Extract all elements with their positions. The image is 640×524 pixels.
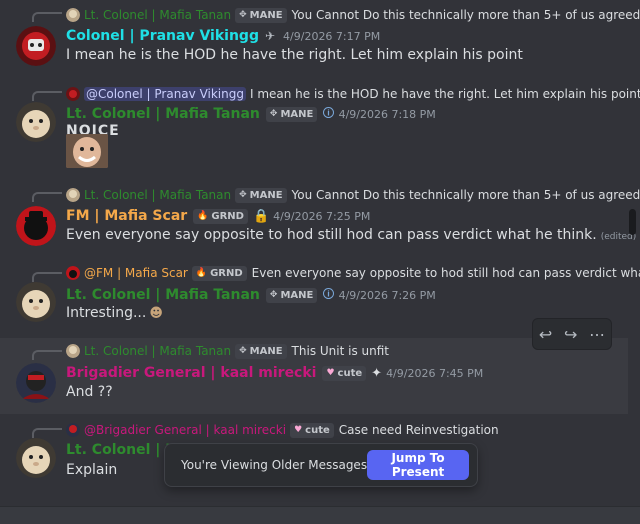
message: Lt. Colonel | Mafia Tanan ✥ MANE You Cann… xyxy=(0,0,640,80)
reply-spine xyxy=(32,192,62,202)
reply-text: Even everyone say opposite to hod still … xyxy=(251,266,640,280)
role-tag: ♥ cute xyxy=(290,422,334,438)
reply-preview[interactable]: Lt. Colonel | Mafia Tanan ✥ MANE This Uni… xyxy=(66,342,389,360)
forward-icon[interactable]: ↪ xyxy=(564,325,577,344)
reply-spine xyxy=(32,272,62,282)
role-tag: 🔥 GRND xyxy=(191,265,247,281)
emoji-icon: ☻ xyxy=(149,306,163,321)
older-messages-bar: You're Viewing Older Messages Jump To Pr… xyxy=(164,443,478,487)
message-text: Intresting... ☻ xyxy=(66,305,163,321)
message-text: Even everyone say opposite to hod still … xyxy=(66,227,637,243)
timestamp[interactable]: 4/9/2026 7:25 PM xyxy=(273,210,370,223)
reply-avatar xyxy=(66,266,80,280)
username[interactable]: Colonel | Pranav Vikingg xyxy=(66,28,259,44)
reply-preview[interactable]: Lt. Colonel | Mafia Tanan ✥ MANE You Cann… xyxy=(66,186,640,204)
reply-text: You Cannot Do this technically more than… xyxy=(291,8,640,22)
role-tag-icon: ✥ xyxy=(269,109,278,119)
reply-spine xyxy=(32,350,62,360)
role-tag: ♥ cute xyxy=(322,365,367,381)
older-messages-label: You're Viewing Older Messages xyxy=(181,458,368,472)
avatar[interactable] xyxy=(16,102,56,142)
username[interactable]: FM | Mafia Scar xyxy=(66,208,187,224)
reply-spine xyxy=(32,12,62,22)
timestamp[interactable]: 4/9/2026 7:18 PM xyxy=(339,108,436,121)
reply-author[interactable]: @Brigadier General | kaal mirecki xyxy=(84,423,286,437)
reply-author[interactable]: Lt. Colonel | Mafia Tanan xyxy=(84,8,231,22)
reply-text: You Cannot Do this technically more than… xyxy=(291,188,640,202)
reply-mention[interactable]: @Colonel | Pranav Vikingg xyxy=(84,87,246,101)
reply-avatar xyxy=(66,87,80,101)
avatar[interactable] xyxy=(16,282,56,322)
heart-icon: ♥ xyxy=(326,368,335,378)
message-text: I mean he is the HOD he have the right. … xyxy=(66,47,523,63)
message-header: Colonel | Pranav Vikingg ✈ 4/9/2026 7:17… xyxy=(66,26,380,46)
avatar[interactable] xyxy=(16,206,56,246)
attached-sticker-image[interactable] xyxy=(66,134,108,168)
reply-avatar xyxy=(66,8,80,22)
message-header: Brigadier General | kaal mirecki ♥ cute ✦… xyxy=(66,363,483,383)
message-text: And ?? xyxy=(66,384,113,400)
medal-icon: 🛈 xyxy=(322,105,335,120)
more-options-icon[interactable]: ⋯ xyxy=(589,325,605,344)
timestamp[interactable]: 4/9/2026 7:45 PM xyxy=(386,367,483,380)
reply-text: Case need Reinvestigation xyxy=(338,423,499,437)
reply-author[interactable]: Lt. Colonel | Mafia Tanan xyxy=(84,188,231,202)
message-header: Lt. Colonel | Mafia Tanan ✥ MANE 🛈 4/9/20… xyxy=(66,104,436,124)
message-header: Lt. Colonel | Mafia Tanan ✥ MANE 🛈 4/9/20… xyxy=(66,285,436,305)
role-tag: ✥ MANE xyxy=(235,7,287,23)
avatar[interactable] xyxy=(16,363,56,403)
message-actions-toolbar: ↩ ↪ ⋯ xyxy=(532,318,612,350)
medal-icon: 🛈 xyxy=(322,286,335,301)
reply-preview[interactable]: @FM | Mafia Scar 🔥 GRND Even everyone say… xyxy=(66,264,640,282)
reply-author[interactable]: @FM | Mafia Scar xyxy=(84,266,188,280)
flame-icon: 🔥 xyxy=(195,268,208,278)
plane-icon: ✈ xyxy=(264,29,276,43)
username[interactable]: Lt. Colonel | Mafia Tanan xyxy=(66,287,260,303)
heart-icon: ♥ xyxy=(294,425,303,435)
jump-to-present-button[interactable]: Jump To Present xyxy=(367,450,469,480)
reply-avatar xyxy=(66,344,80,358)
message: Lt. Colonel | Mafia Tanan ✥ MANE This Uni… xyxy=(0,338,628,414)
role-tag: ✥ MANE xyxy=(235,187,287,203)
avatar[interactable] xyxy=(16,438,56,478)
sparkle-icon: ✦ xyxy=(371,365,383,381)
avatar[interactable] xyxy=(16,26,56,66)
scrollbar-thumb[interactable] xyxy=(629,209,636,235)
reply-avatar xyxy=(66,423,80,437)
timestamp[interactable]: 4/9/2026 7:17 PM xyxy=(283,30,380,43)
message: @Colonel | Pranav Vikingg I mean he is t… xyxy=(0,80,640,180)
reply-spine xyxy=(32,91,62,101)
lock-icon: 🔒 xyxy=(252,208,270,224)
reply-preview[interactable]: @Brigadier General | kaal mirecki ♥ cute … xyxy=(66,421,499,439)
role-tag-icon: ✥ xyxy=(239,190,247,200)
reply-preview[interactable]: Lt. Colonel | Mafia Tanan ✥ MANE You Cann… xyxy=(66,6,640,24)
role-tag: ✥ MANE xyxy=(265,106,318,122)
role-tag: 🔥 GRND xyxy=(193,208,248,224)
message-input-area[interactable] xyxy=(0,506,640,524)
role-tag-icon: ✥ xyxy=(269,290,278,300)
role-tag: ✥ MANE xyxy=(235,343,287,359)
reply-spine xyxy=(32,428,62,438)
reply-icon[interactable]: ↩ xyxy=(539,325,552,344)
reply-text: This Unit is unfit xyxy=(291,344,389,358)
reply-preview[interactable]: @Colonel | Pranav Vikingg I mean he is t… xyxy=(66,85,640,103)
username[interactable]: Brigadier General | kaal mirecki xyxy=(66,365,316,381)
reply-text: I mean he is the HOD he have the right. … xyxy=(249,87,640,101)
reply-avatar xyxy=(66,188,80,202)
message-header: FM | Mafia Scar 🔥 GRND 🔒 4/9/2026 7:25 PM xyxy=(66,206,370,226)
role-tag: ✥ MANE xyxy=(265,287,318,303)
reply-author[interactable]: Lt. Colonel | Mafia Tanan xyxy=(84,344,231,358)
message: Lt. Colonel | Mafia Tanan ✥ MANE You Cann… xyxy=(0,180,640,260)
role-tag-icon: ✥ xyxy=(239,346,247,356)
timestamp[interactable]: 4/9/2026 7:26 PM xyxy=(339,289,436,302)
username[interactable]: Lt. Colonel | Mafia Tanan xyxy=(66,106,260,122)
message-text: Explain xyxy=(66,462,118,478)
role-tag-icon: ✥ xyxy=(239,10,247,20)
flame-icon: 🔥 xyxy=(197,211,209,221)
